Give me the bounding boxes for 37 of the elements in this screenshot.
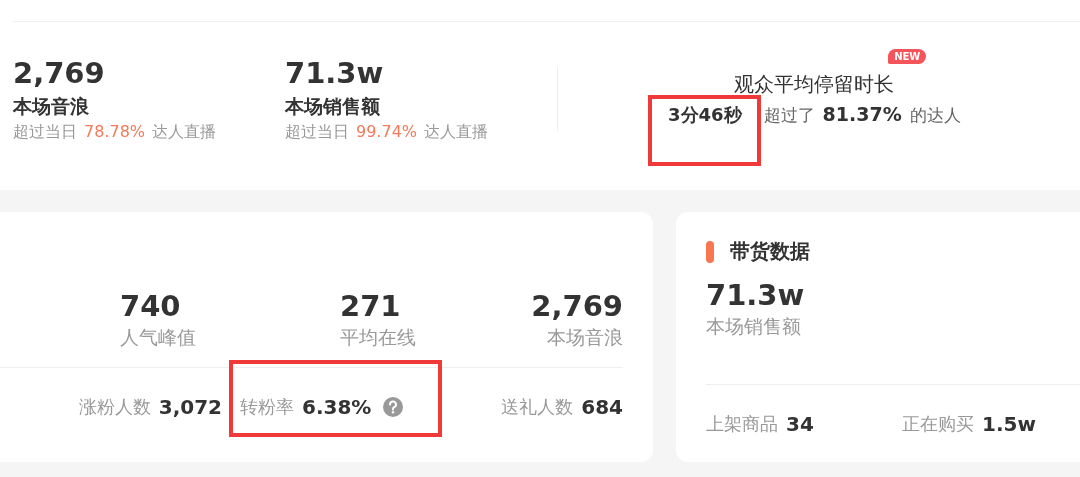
stat-value: 2,769 — [13, 55, 106, 91]
help-icon[interactable] — [383, 397, 404, 417]
dwell-title: 观众平均停留时长 — [734, 72, 895, 96]
metric-value: 3,072 — [158, 395, 222, 419]
new-badge: NEW — [888, 49, 927, 64]
note-text: 超过当日 — [285, 121, 349, 143]
metric-value: 34 — [786, 412, 814, 436]
card-title: 带货数据 — [730, 238, 810, 265]
stat-label: 本场音浪 — [546, 325, 623, 350]
metric-label: 转粉率 — [240, 395, 294, 419]
metric-label: 送礼人数 — [501, 395, 574, 419]
stat-label: 平均在线 — [340, 325, 417, 350]
percent-value: 99.74% — [356, 121, 417, 143]
stat-label: 本场销售额 — [706, 314, 802, 339]
note-text: 的达人 — [909, 104, 961, 127]
dwell-value: 3分46秒 — [668, 103, 742, 127]
stat-label: 本场音浪 — [13, 94, 90, 119]
stat-value: 740 — [120, 288, 182, 324]
stat-value: 71.3w — [706, 277, 806, 313]
percent-value: 78.78% — [84, 121, 145, 143]
metric-label: 正在购买 — [902, 412, 974, 436]
percent-value: 81.37% — [822, 103, 902, 125]
metric-value: 684 — [581, 395, 623, 419]
stat-value: 71.3w — [285, 55, 385, 91]
metric-label: 上架商品 — [706, 412, 778, 436]
note-text: 达人直播 — [152, 121, 216, 143]
note-text: 超过了 — [763, 104, 815, 127]
title-marker — [706, 240, 714, 263]
metric-value: 1.5w — [982, 412, 1036, 436]
stat-value: 2,769 — [531, 288, 623, 324]
stat-value: 271 — [340, 288, 402, 324]
note-text: 超过当日 — [13, 121, 77, 143]
stat-label: 人气峰值 — [120, 325, 197, 350]
metric-value: 6.38% — [302, 395, 372, 419]
stat-label: 本场销售额 — [285, 94, 381, 119]
note-text: 达人直播 — [424, 121, 488, 143]
metric-label: 涨粉人数 — [78, 395, 151, 419]
